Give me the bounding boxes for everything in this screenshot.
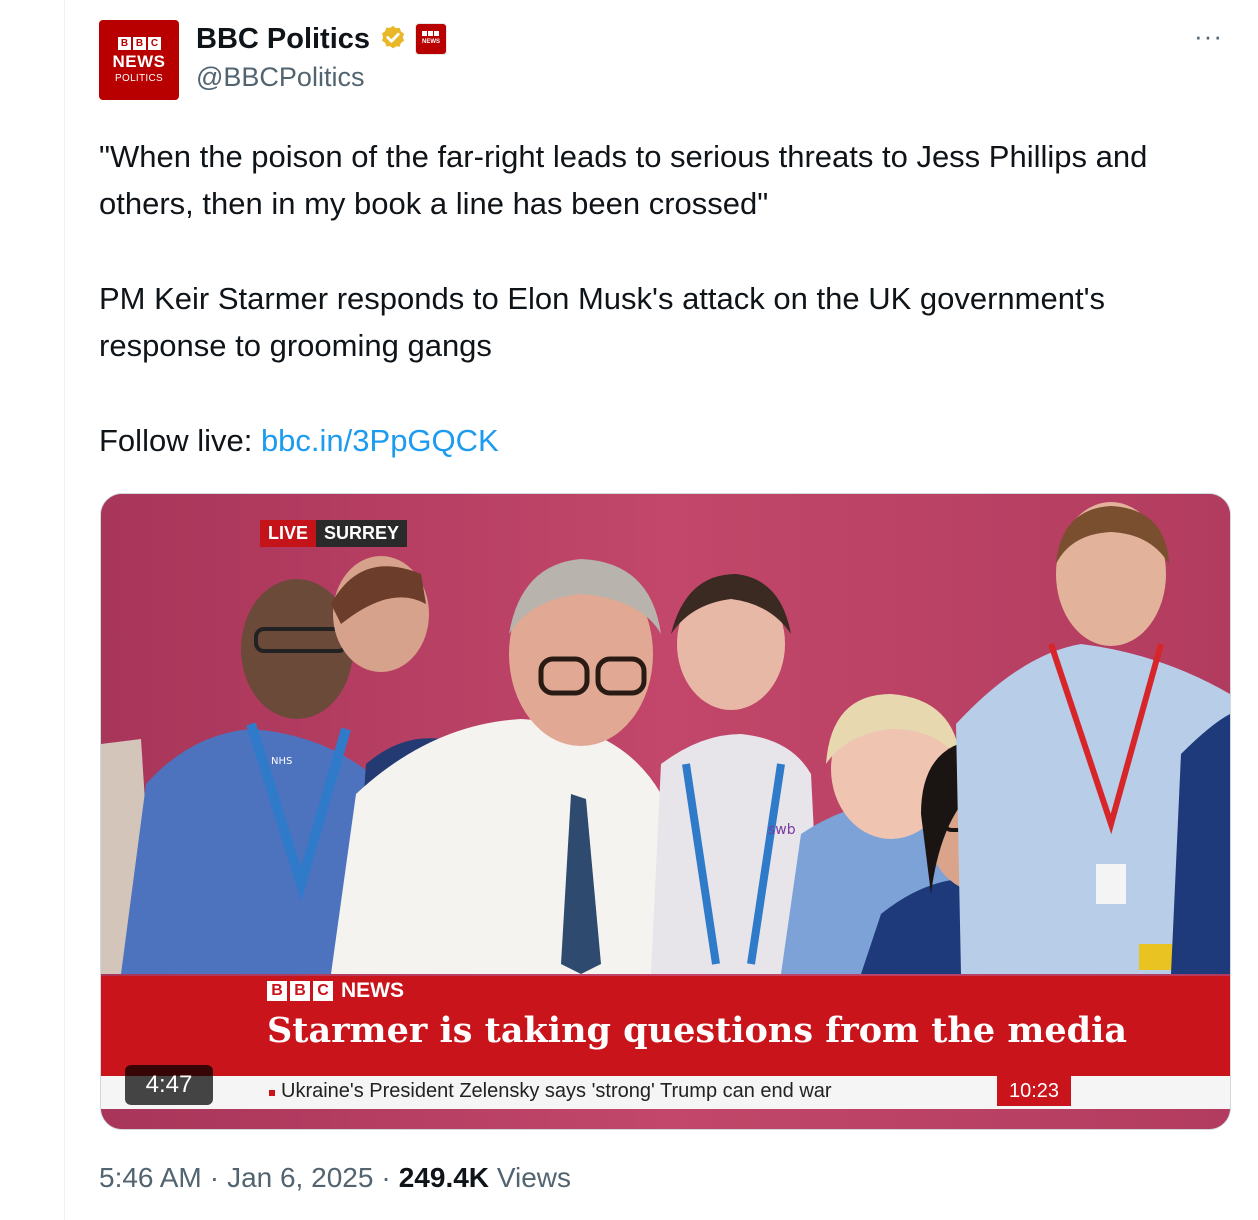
avatar-news-text: NEWS	[112, 52, 166, 71]
verified-badge-icon[interactable]	[378, 24, 408, 54]
meta-separator: ·	[209, 1162, 220, 1193]
logo-block: B	[267, 981, 287, 1001]
live-label: LIVE	[260, 520, 317, 547]
tweet-text: "When the poison of the far-right leads …	[99, 133, 1239, 464]
follow-live-prefix: Follow live:	[99, 423, 261, 458]
tweet-time[interactable]: 5:46 AM	[99, 1162, 202, 1194]
logo-news-text: NEWS	[341, 979, 404, 1002]
broadcast-clock: 10:23	[997, 1076, 1071, 1106]
avatar-politics-text: POLITICS	[115, 73, 163, 84]
avatar-block: C	[148, 37, 161, 50]
more-options-icon[interactable]: ···	[1194, 23, 1223, 49]
avatar-block: B	[133, 37, 146, 50]
tweet-link[interactable]: bbc.in/3PpGQCK	[261, 423, 499, 458]
news-headline: Starmer is taking questions from the med…	[267, 1010, 1128, 1051]
logo-block: C	[313, 981, 333, 1001]
badge-text: swb	[768, 822, 796, 838]
follow-live-line: Follow live: bbc.in/3PpGQCK	[99, 417, 1239, 464]
meta-separator: ·	[381, 1162, 391, 1193]
news-ticker-text: Ukraine's President Zelensky says 'stron…	[281, 1080, 832, 1102]
avatar-block: B	[118, 37, 131, 50]
views-count[interactable]: 249.4K	[399, 1162, 489, 1193]
ticker-bullet-icon	[269, 1090, 275, 1096]
avatar-bbc-blocks: B B C	[118, 37, 161, 50]
location-label: SURREY	[316, 520, 408, 547]
lanyard-text: NHS	[271, 756, 292, 767]
timeline-border	[64, 0, 65, 1220]
video-duration-badge: 4:47	[125, 1065, 213, 1105]
views-label: Views	[496, 1162, 571, 1193]
author-handle[interactable]: @BBCPolitics	[196, 62, 364, 93]
live-location-tag: LIVE SURREY	[260, 520, 408, 547]
author-name-row: BBC Politics NEWS	[196, 21, 447, 57]
display-name[interactable]: BBC Politics	[196, 23, 370, 56]
tweet-quote: "When the poison of the far-right leads …	[99, 139, 1148, 221]
bbc-news-logo: B B C NEWS	[267, 979, 404, 1003]
logo-block: B	[290, 981, 310, 1001]
avatar[interactable]: B B C NEWS POLITICS	[99, 20, 179, 100]
affiliate-badge-label: NEWS	[422, 39, 441, 45]
video-player[interactable]: swb NHS LIVE SURREY B B C NEWS Starmer i…	[100, 493, 1231, 1130]
tweet-meta: 5:46 AM · Jan 6, 2025 · 249.4K Views	[99, 1162, 571, 1194]
tweet-body: PM Keir Starmer responds to Elon Musk's …	[99, 281, 1105, 363]
tweet-date[interactable]: Jan 6, 2025	[227, 1162, 373, 1194]
affiliate-badge-icon[interactable]: NEWS	[416, 24, 447, 54]
